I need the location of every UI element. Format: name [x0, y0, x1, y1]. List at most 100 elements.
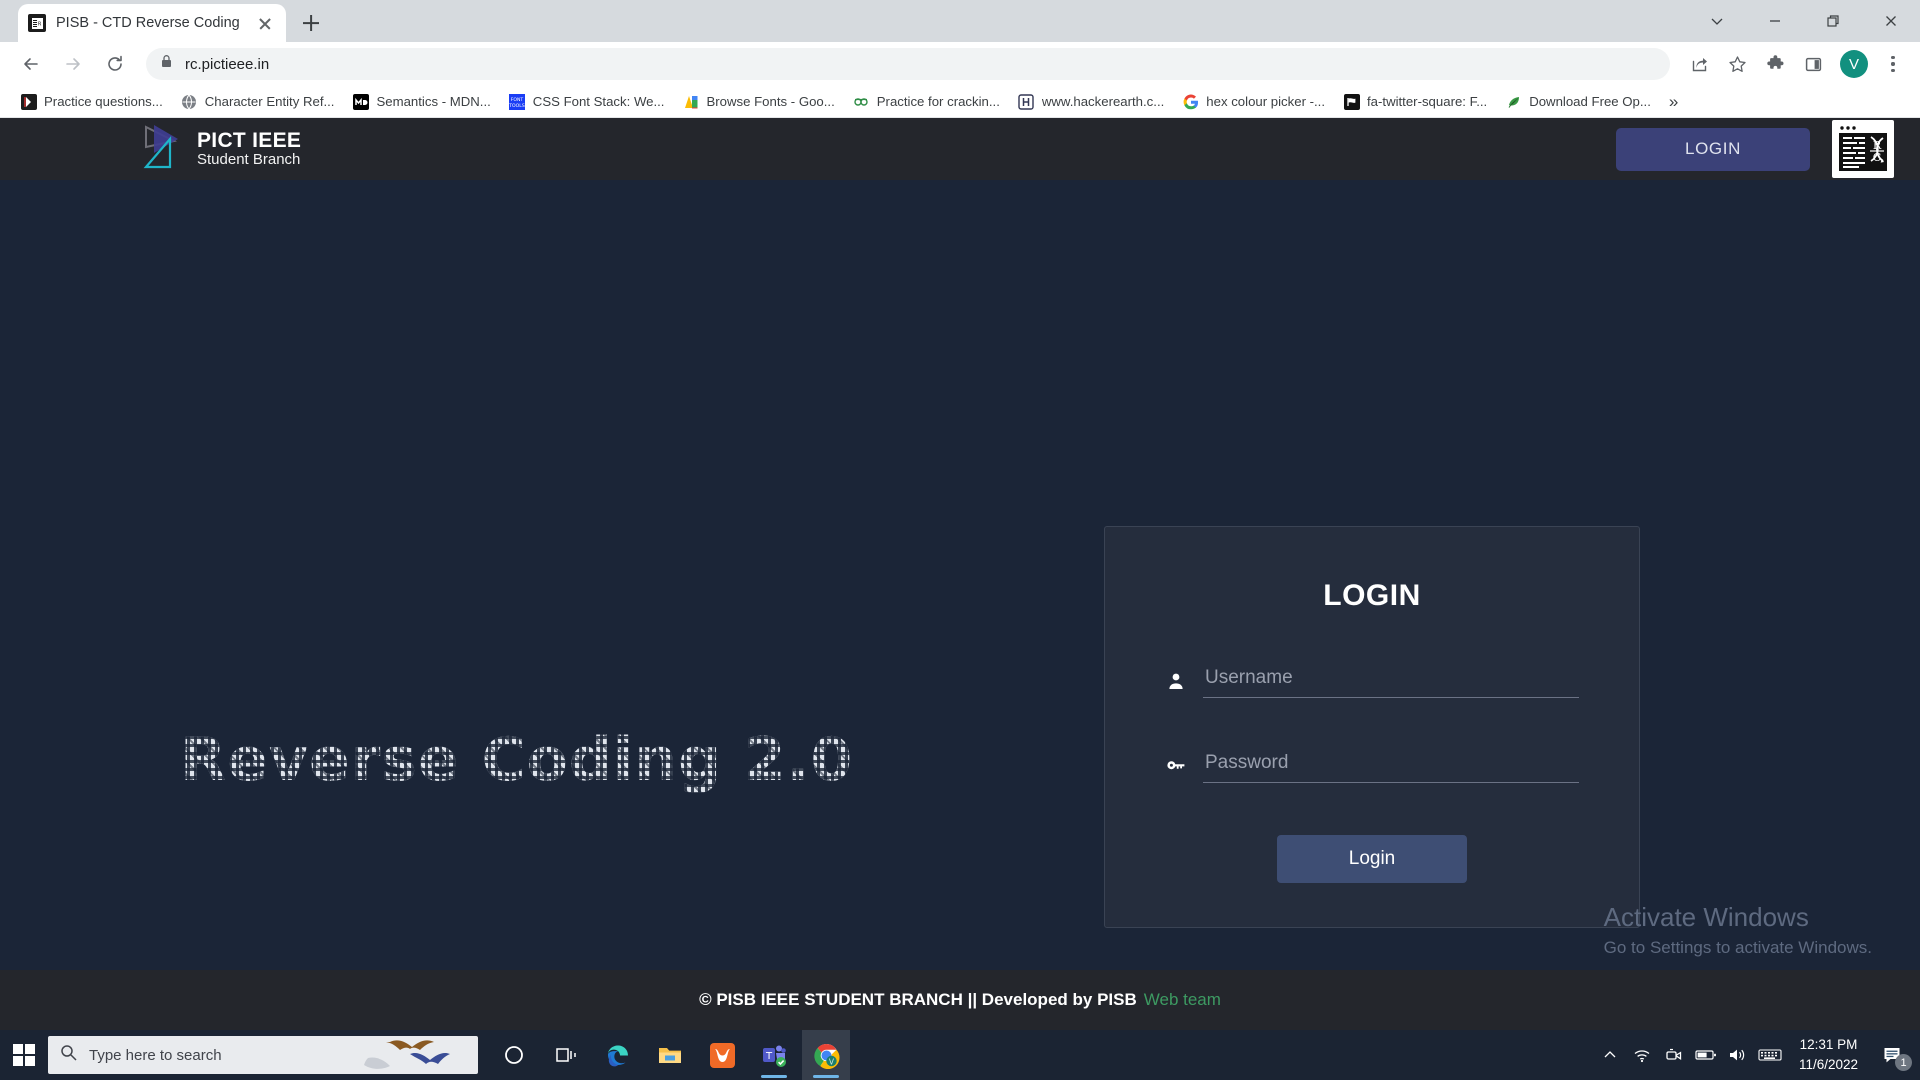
battery-icon[interactable] — [1691, 1030, 1721, 1080]
activation-title: Activate Windows — [1603, 901, 1809, 932]
svg-text:FONT: FONT — [511, 97, 524, 103]
bookmark-label: CSS Font Stack: We... — [532, 94, 665, 109]
bookmark-label: Character Entity Ref... — [204, 94, 335, 109]
bookmark-item[interactable]: Character Entity Ref... — [173, 90, 343, 113]
username-field-group — [1165, 665, 1579, 698]
bookmark-label: fa-twitter-square: F... — [1367, 94, 1488, 109]
bookmark-item[interactable]: fa-twitter-square: F... — [1335, 90, 1495, 113]
chrome-menu-icon[interactable] — [1878, 47, 1908, 81]
pisb-brand[interactable]: PICT IEEE Student Branch — [140, 123, 301, 176]
taskbar-clock[interactable]: 12:31 PM 11/6/2022 — [1787, 1035, 1870, 1074]
brand-text: PICT IEEE Student Branch — [197, 130, 301, 168]
bookmarks-overflow-button[interactable]: » — [1661, 92, 1686, 112]
bookmark-item[interactable]: Practice questions... — [12, 90, 171, 113]
minimize-icon[interactable] — [1746, 0, 1804, 42]
taskbar-app-buttons: T V — [490, 1030, 850, 1080]
volume-icon[interactable] — [1723, 1030, 1753, 1080]
start-button[interactable] — [0, 1030, 48, 1080]
touch-keyboard-icon[interactable] — [1755, 1030, 1785, 1080]
bookmark-item[interactable]: Browse Fonts - Goo... — [674, 90, 842, 113]
web-page: PICT IEEE Student Branch LOGIN R C Rever… — [0, 118, 1920, 1030]
camera-icon[interactable] — [1659, 1030, 1689, 1080]
svg-text:C: C — [1873, 151, 1881, 164]
rc-favicon: R — [28, 14, 46, 32]
window-controls — [1688, 0, 1920, 42]
xampp-icon[interactable] — [698, 1030, 746, 1080]
header-login-button[interactable]: LOGIN — [1616, 127, 1810, 171]
fontawesome-icon — [1343, 93, 1360, 110]
bookmark-item[interactable]: www.hackerearth.c... — [1010, 90, 1172, 113]
bookmark-label: Download Free Op... — [1529, 94, 1651, 109]
brand-line1: PICT IEEE — [197, 129, 302, 153]
bookmark-label: Practice for crackin... — [876, 94, 1000, 109]
page-title: Reverse Coding 2.0 — [180, 725, 854, 795]
browser-toolbar: rc.pictieee.in V — [0, 42, 1920, 86]
close-window-icon[interactable] — [1862, 0, 1920, 42]
taskbar-search-box[interactable]: Type here to search — [48, 1036, 478, 1074]
bookmark-item[interactable]: Download Free Op... — [1497, 90, 1659, 113]
close-tab-icon[interactable] — [254, 12, 276, 34]
bookmark-label: hex colour picker -... — [1206, 94, 1326, 109]
search-placeholder: Type here to search — [89, 1046, 222, 1064]
brand-line2: Student Branch — [197, 151, 301, 169]
microsoft-teams-icon[interactable]: T — [750, 1030, 798, 1080]
tab-title: PISB - CTD Reverse Coding — [56, 15, 240, 31]
file-explorer-icon[interactable] — [646, 1030, 694, 1080]
username-input[interactable] — [1203, 665, 1579, 698]
share-icon[interactable] — [1682, 47, 1716, 81]
task-view-icon[interactable] — [542, 1030, 590, 1080]
profile-avatar[interactable]: V — [1840, 50, 1868, 78]
clock-date: 11/6/2022 — [1798, 1057, 1858, 1072]
system-tray: 12:31 PM 11/6/2022 1 — [1595, 1030, 1920, 1080]
password-field-group — [1165, 750, 1579, 783]
cssfontstack-icon: FONT TOOLS — [509, 93, 526, 110]
maximize-icon[interactable] — [1804, 0, 1862, 42]
google-icon — [1182, 93, 1199, 110]
windows-taskbar: Type here to search T V 12:31 PM 11/6/20… — [0, 1030, 1920, 1080]
leaf-icon — [1505, 93, 1522, 110]
bookmark-label: www.hackerearth.c... — [1041, 94, 1165, 109]
back-icon[interactable] — [12, 45, 50, 83]
address-bar-url: rc.pictieee.in — [185, 55, 270, 73]
edge-icon[interactable] — [594, 1030, 642, 1080]
bookmark-item[interactable]: Semantics - MDN... — [344, 90, 498, 113]
minimize-to-tray-chevron-icon[interactable] — [1688, 0, 1746, 42]
pict-ieee-logo-icon — [140, 123, 184, 176]
key-icon — [1165, 757, 1187, 783]
forward-icon[interactable] — [54, 45, 92, 83]
side-panel-icon[interactable] — [1796, 47, 1830, 81]
movember-mustache-decoration — [352, 1036, 472, 1074]
login-submit-button[interactable]: Login — [1277, 835, 1467, 883]
bookmark-item[interactable]: hex colour picker -... — [1174, 90, 1333, 113]
svg-text:R: R — [37, 21, 41, 27]
windows-activation-watermark: Activate Windows Go to Settings to activ… — [1604, 901, 1872, 959]
address-bar[interactable]: rc.pictieee.in — [146, 48, 1670, 80]
footer-text: © PISB IEEE STUDENT BRANCH || Developed … — [699, 990, 1137, 1009]
bookmark-label: Browse Fonts - Goo... — [706, 94, 835, 109]
password-input[interactable] — [1203, 750, 1579, 783]
reload-icon[interactable] — [96, 45, 134, 83]
show-hidden-icons-chevron-icon[interactable] — [1595, 1030, 1625, 1080]
bookmark-item[interactable]: Practice for crackin... — [845, 90, 1008, 113]
browser-tab[interactable]: R PISB - CTD Reverse Coding — [18, 4, 286, 42]
geeksforgeeks-icon — [853, 93, 870, 110]
svg-text:TOOLS: TOOLS — [509, 103, 525, 109]
search-icon — [60, 1044, 77, 1066]
wifi-icon[interactable] — [1627, 1030, 1657, 1080]
action-center-icon[interactable]: 1 — [1872, 1030, 1914, 1080]
bookmark-item[interactable]: FONT TOOLS CSS Font Stack: We... — [501, 90, 673, 113]
new-tab-button[interactable] — [294, 6, 328, 40]
bookmark-star-icon[interactable] — [1720, 47, 1754, 81]
header-right: LOGIN R C — [1616, 120, 1894, 178]
google-chrome-icon[interactable]: V — [802, 1030, 850, 1080]
footer-webteam-link[interactable]: Web team — [1144, 990, 1221, 1010]
cortana-icon[interactable] — [490, 1030, 538, 1080]
notification-count-badge: 1 — [1895, 1054, 1912, 1071]
globe-icon — [181, 93, 198, 110]
extensions-puzzle-icon[interactable] — [1758, 47, 1792, 81]
mdn-icon — [352, 93, 369, 110]
site-header: PICT IEEE Student Branch LOGIN R C — [0, 118, 1920, 180]
hackerearth-icon — [1018, 93, 1035, 110]
bookmarks-bar: Practice questions... Character Entity R… — [0, 86, 1920, 118]
reverse-coding-logo[interactable]: R C — [1832, 120, 1894, 178]
